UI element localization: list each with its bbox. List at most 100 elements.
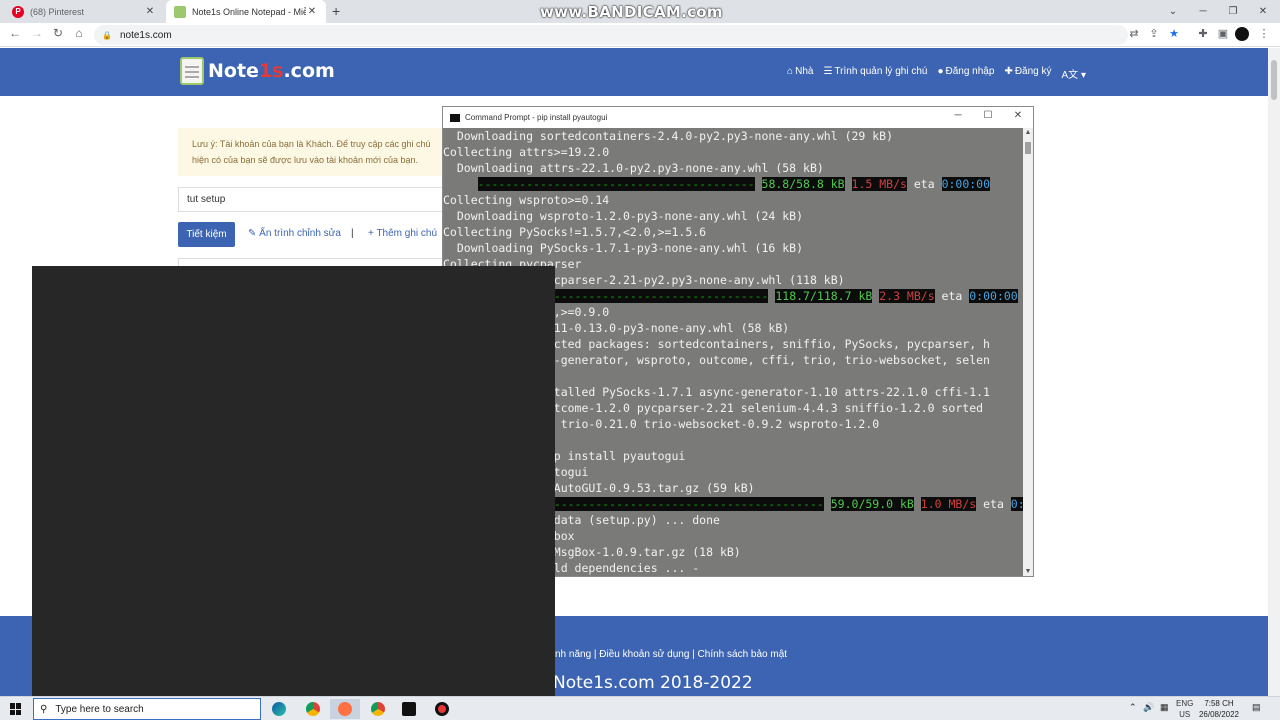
note-title-input[interactable]: tut setup	[178, 187, 444, 212]
footer-copyright: Note1s.com 2018-2022	[553, 673, 753, 693]
address-bar[interactable]: 🔒 note1s.com	[94, 25, 1128, 45]
network-icon[interactable]: ▦	[1160, 702, 1169, 713]
progress-rate: 1.0 MB/s	[920, 497, 977, 511]
nav-register[interactable]: ✚ Đăng ký	[1004, 66, 1051, 81]
share-icon[interactable]: ⇪	[1146, 27, 1162, 43]
windows-start-icon[interactable]	[10, 703, 22, 715]
search-icon: ⚲	[40, 703, 48, 715]
progress-sp1	[824, 497, 831, 511]
progress-sp2	[914, 497, 921, 511]
bandicam-icon[interactable]	[427, 699, 457, 719]
taskbar-search-box[interactable]: ⚲ Type here to search	[33, 698, 261, 720]
page-scrollbar[interactable]	[1268, 48, 1280, 696]
cmd-title: Command Prompt - pip install pyautogui	[465, 113, 608, 122]
webcam-overlay	[32, 266, 555, 696]
language-dropdown[interactable]: A文 ▾	[1062, 66, 1086, 81]
main-nav: ⌂ Nhà ☰ Trình quản lý ghi chú ● Đăng nhập ✚…	[787, 66, 1086, 81]
progress-rate: 1.5 MB/s	[851, 177, 907, 191]
close-icon[interactable]: ✕	[144, 6, 156, 17]
progress-amt: 58.8/58.8 kB	[761, 177, 845, 191]
add-note-button[interactable]: + Thêm ghi chú	[368, 228, 444, 239]
back-arrow-icon[interactable]: ←	[6, 26, 24, 40]
home-icon[interactable]: ⌂	[70, 26, 88, 40]
cmd-close-button[interactable]: ✕	[1011, 110, 1025, 121]
cmd-line: Downloading wsproto-1.2.0-py3-none-any.w…	[443, 209, 804, 223]
scroll-up-icon[interactable]: ▲	[1023, 129, 1033, 136]
note1s-favicon-icon	[174, 5, 186, 18]
tab-pinterest[interactable]: P (68) Pinterest ✕	[4, 0, 164, 23]
translate-icon[interactable]: ⇄	[1126, 27, 1142, 43]
home-icon: ⌂	[787, 66, 794, 77]
progress-bar: --------------------------------	[546, 289, 769, 303]
terminal-icon	[450, 113, 460, 122]
close-icon[interactable]: ✕	[306, 6, 318, 17]
user-plus-icon: ✚	[1004, 66, 1013, 77]
chrome-profile-icon[interactable]	[363, 699, 393, 719]
lock-icon: 🔒	[102, 30, 112, 40]
notification-icon[interactable]: ▤	[1252, 702, 1261, 713]
progress-eta: 0:00:00	[1010, 497, 1023, 511]
system-clock[interactable]: 7:58 CH 26/08/2022	[1196, 698, 1242, 720]
tab-title: (68) Pinterest	[30, 6, 85, 17]
hide-editor-button[interactable]: ✎ Ẩn trình chỉnh sửa	[248, 228, 341, 239]
chrome-app-icon[interactable]	[330, 699, 360, 719]
action-separator: |	[351, 228, 354, 239]
search-placeholder: Type here to search	[55, 703, 144, 715]
progress-rate: 2.3 MB/s	[879, 289, 935, 303]
scrollbar-thumb[interactable]	[1271, 60, 1277, 100]
cmd-line: ----------------------------------------…	[443, 176, 1023, 192]
extensions-puzzle-icon[interactable]: ✚	[1195, 27, 1211, 43]
progress-eta: 0:00:00	[969, 289, 1018, 303]
cmd-title-bar[interactable]: Command Prompt - pip install pyautogui ─…	[443, 107, 1033, 128]
tab-title: Note1s Online Notepad - Miễn phí	[192, 6, 306, 17]
chrome-icon[interactable]	[298, 699, 328, 719]
side-panel-icon[interactable]: ▣	[1215, 27, 1231, 43]
cmd-line: Downloading PySocks-1.7.1-py3-none-any.w…	[443, 241, 804, 255]
profile-avatar[interactable]	[1235, 27, 1249, 41]
edit-icon: ✎	[248, 228, 260, 239]
browser-toolbar: ← → ↻ ⌂ 🔒 note1s.com ⇄ ⇪ ★ ✚ ▣ ⋮	[0, 23, 1280, 47]
progress-bar: ----------------------------------------	[477, 177, 755, 191]
notepad-logo-icon	[180, 57, 204, 85]
cmd-line: Downloading attrs-22.1.0-py2.py3-none-an…	[443, 161, 824, 175]
site-logo[interactable]: Note1s.com	[180, 57, 335, 85]
footer-links[interactable]: nh năng | Điều khoản sử dụng | Chính sác…	[555, 649, 787, 660]
cmd-line: Collecting PySocks!=1.5.7,<2.0,>=1.5.6	[443, 225, 707, 239]
bookmark-star-icon[interactable]: ★	[1166, 27, 1182, 43]
new-tab-button[interactable]: +	[332, 3, 340, 19]
taskbar: ⚲ Type here to search ⌃ 🔊 ▦ ENG US 7:58 C…	[0, 696, 1280, 720]
reload-icon[interactable]: ↻	[49, 26, 67, 40]
progress-sp2	[845, 177, 852, 191]
site-header: Note1s.com ⌂ Nhà ☰ Trình quản lý ghi chú ●…	[0, 48, 1268, 96]
cmd-scrollbar-thumb[interactable]	[1025, 142, 1031, 154]
browser-tab-strip: P (68) Pinterest ✕ Note1s Online Notepad…	[0, 0, 1280, 23]
forward-arrow-icon[interactable]: →	[28, 26, 46, 40]
recording-watermark: www.BANDICAM.com	[540, 3, 723, 21]
close-window-button[interactable]: ✕	[1245, 0, 1280, 23]
chevron-up-icon[interactable]: ⌃	[1129, 702, 1137, 713]
progress-amt: 118.7/118.7 kB	[775, 289, 873, 303]
nav-home[interactable]: ⌂ Nhà	[787, 66, 813, 81]
input-language[interactable]: ENG US	[1176, 698, 1193, 720]
cmd-line: Downloading sortedcontainers-2.4.0-py2.p…	[443, 129, 894, 143]
edge-icon[interactable]	[264, 699, 294, 719]
tab-note1s[interactable]: Note1s Online Notepad - Miễn phí ✕	[166, 0, 326, 23]
volume-icon[interactable]: 🔊	[1143, 702, 1154, 713]
user-icon: ●	[937, 66, 944, 77]
progress-pre	[443, 177, 478, 191]
save-button[interactable]: Tiết kiệm	[178, 222, 235, 247]
progress-bar: ----------------------------------------	[546, 497, 824, 511]
cmd-maximize-button[interactable]: ☐	[981, 110, 995, 121]
pinterest-icon: P	[12, 5, 24, 18]
url-text: note1s.com	[119, 29, 172, 41]
cmd-scrollbar[interactable]: ▲ ▼	[1023, 128, 1033, 576]
menu-dots-icon[interactable]: ⋮	[1256, 27, 1272, 43]
nav-login[interactable]: ● Đăng nhập	[937, 66, 994, 81]
progress-eta: 0:00:00	[941, 177, 991, 191]
nav-note-manager[interactable]: ☰ Trình quản lý ghi chú	[823, 66, 927, 81]
progress-amt: 59.0/59.0 kB	[830, 497, 914, 511]
list-icon: ☰	[823, 66, 833, 77]
scroll-down-icon[interactable]: ▼	[1023, 568, 1033, 575]
cmd-minimize-button[interactable]: ─	[951, 110, 965, 121]
command-prompt-icon[interactable]	[394, 699, 424, 719]
